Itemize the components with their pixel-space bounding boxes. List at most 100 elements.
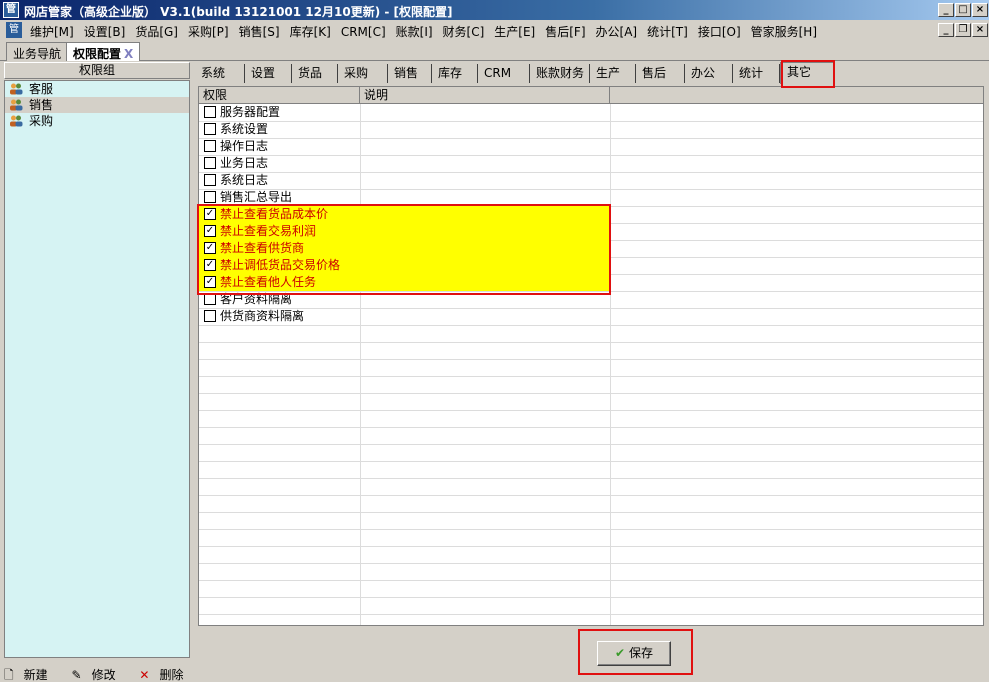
grid-line	[199, 563, 983, 564]
grid-line	[199, 393, 983, 394]
grid-line	[199, 376, 983, 377]
grid-line	[199, 138, 983, 139]
grid-column-line	[610, 104, 611, 625]
group-label: 客服	[29, 82, 54, 96]
menu-item[interactable]: 账款[I]	[396, 25, 433, 39]
grid-column-line	[360, 104, 361, 625]
group-item-sales[interactable]: 销售	[5, 97, 189, 113]
menu-item[interactable]: 办公[A]	[596, 25, 638, 39]
module-tab[interactable]: 货品	[292, 64, 338, 83]
grid-line	[199, 427, 983, 428]
delete-icon: ✕	[139, 668, 150, 682]
menu-item[interactable]: 统计[T]	[647, 25, 688, 39]
menu-item[interactable]: 设置[B]	[84, 25, 126, 39]
close-button[interactable]: ×	[972, 3, 988, 17]
module-tab[interactable]: 采购	[338, 64, 388, 83]
users-icon	[10, 99, 23, 111]
edit-icon: ✎	[71, 668, 82, 682]
menu-bar: 管 维护[M] 设置[B] 货品[G] 采购[P] 销售[S] 库存[K] CRM[C] 账款…	[0, 20, 989, 40]
save-button[interactable]: ✔ 保存	[597, 641, 671, 666]
tab-label: 业务导航	[13, 47, 62, 61]
grid-line	[199, 172, 983, 173]
users-icon	[10, 115, 23, 127]
module-tab[interactable]: 售后	[636, 64, 685, 83]
module-tab[interactable]: 账款财务	[530, 64, 590, 83]
checkbox[interactable]	[204, 191, 216, 203]
checkbox[interactable]	[204, 140, 216, 152]
grid-line	[199, 478, 983, 479]
module-tab[interactable]: CRM	[478, 64, 530, 83]
group-item-customer-service[interactable]: 客服	[5, 81, 189, 97]
menu-item[interactable]: 销售[S]	[239, 25, 280, 39]
grid-line	[199, 155, 983, 156]
delete-label: 删除	[159, 668, 184, 682]
new-icon: 🗋	[4, 668, 14, 682]
child-restore-button[interactable]: ❐	[955, 23, 971, 37]
permission-group-header: 权限组	[4, 62, 190, 79]
edit-label: 修改	[91, 668, 116, 682]
grid-line	[199, 546, 983, 547]
checkbox[interactable]	[204, 106, 216, 118]
app-icon: 管	[3, 2, 19, 18]
child-close-button[interactable]: ×	[972, 23, 988, 37]
menu-item[interactable]: 财务[C]	[443, 25, 485, 39]
grid-line	[199, 308, 983, 309]
grid-line	[199, 495, 983, 496]
menu-item[interactable]: 库存[K]	[290, 25, 331, 39]
permission-grid: 权限 说明 服务器配置 系统设置 操作日志 业务日志 系统日志 销售汇总导出 ✓ 禁止查看货品…	[198, 86, 984, 626]
tab-business-navigation[interactable]: 业务导航	[6, 42, 69, 61]
permission-label: 业务日志	[220, 156, 269, 170]
group-label: 采购	[29, 114, 54, 128]
grid-line	[199, 512, 983, 513]
tab-permission-config[interactable]: 权限配置 X	[66, 42, 141, 61]
tab-label: 权限配置	[73, 47, 122, 61]
permission-group-panel: 权限组 客服 销售 采购 🗋 新建 ✎ 修改 ✕ 删除	[4, 62, 190, 682]
checkbox[interactable]	[204, 157, 216, 169]
permission-label: 操作日志	[220, 139, 269, 153]
new-group-button[interactable]: 🗋 新建	[4, 668, 58, 682]
save-label: 保存	[629, 646, 654, 660]
permission-label: 系统设置	[220, 122, 269, 136]
module-tab[interactable]: 设置	[245, 64, 292, 83]
menu-app-icon[interactable]: 管	[6, 22, 22, 38]
grid-line	[199, 359, 983, 360]
module-tab[interactable]: 生产	[590, 64, 636, 83]
checkbox[interactable]	[204, 174, 216, 186]
grid-line	[199, 461, 983, 462]
module-tab[interactable]: 办公	[685, 64, 733, 83]
module-tab[interactable]: 系统	[195, 64, 245, 83]
module-tab[interactable]: 统计	[733, 64, 780, 83]
minimize-button[interactable]: _	[938, 3, 954, 17]
checkmark-icon: ✔	[614, 646, 626, 660]
grid-line	[199, 121, 983, 122]
grid-line	[199, 410, 983, 411]
title-bar: 管 网店管家（高级企业版） V3.1(build 13121001 12月10更…	[0, 0, 989, 20]
column-header-permission[interactable]: 权限	[199, 87, 360, 104]
checkbox[interactable]	[204, 123, 216, 135]
checkbox[interactable]	[204, 310, 216, 322]
delete-group-button[interactable]: ✕ 删除	[139, 668, 190, 682]
menu-item[interactable]: 接口[O]	[698, 25, 741, 39]
module-tab[interactable]: 库存	[432, 64, 478, 83]
grid-line	[199, 614, 983, 615]
module-tab[interactable]: 销售	[388, 64, 432, 83]
menu-items: 维护[M] 设置[B] 货品[G] 采购[P] 销售[S] 库存[K] CRM[C] 账款[I…	[30, 23, 827, 40]
menu-item[interactable]: 售后[F]	[545, 25, 585, 39]
permission-group-list: 客服 销售 采购	[4, 80, 190, 658]
menu-item[interactable]: 货品[G]	[135, 25, 178, 39]
grid-line	[199, 529, 983, 530]
menu-item[interactable]: 维护[M]	[30, 25, 74, 39]
close-tab-icon[interactable]: X	[124, 47, 133, 61]
new-label: 新建	[23, 668, 48, 682]
group-item-purchasing[interactable]: 采购	[5, 113, 189, 129]
menu-item[interactable]: 采购[P]	[188, 25, 229, 39]
menu-item[interactable]: 管家服务[H]	[751, 25, 817, 39]
menu-item[interactable]: CRM[C]	[341, 25, 386, 39]
column-header-description[interactable]: 说明	[360, 87, 610, 104]
child-minimize-button[interactable]: _	[938, 23, 954, 37]
maximize-button[interactable]: □	[955, 3, 971, 17]
annotation-box-restrictions	[197, 204, 611, 295]
menu-item[interactable]: 生产[E]	[494, 25, 535, 39]
grid-line	[199, 597, 983, 598]
edit-group-button[interactable]: ✎ 修改	[72, 668, 126, 682]
